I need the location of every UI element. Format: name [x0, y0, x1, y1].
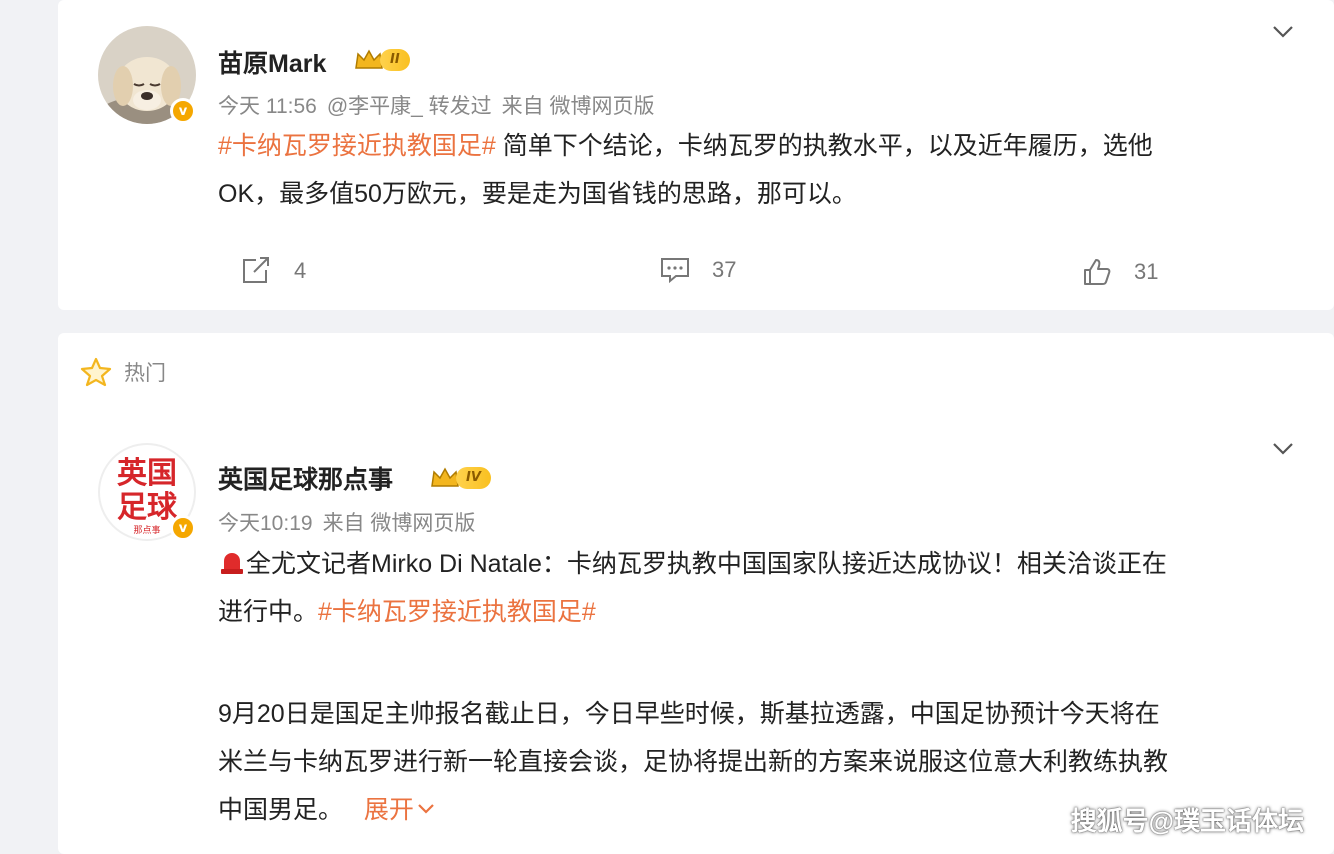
post-meta: 今天10:19 来自 微博网页版: [218, 507, 485, 537]
text-segment: 全尤文记者Mirko Di Natale：卡纳瓦罗执教中国国家队接近达成协议！相…: [246, 550, 1167, 578]
level-badge: II: [354, 47, 410, 73]
like-count: 31: [1134, 259, 1159, 284]
like-button[interactable]: 31: [1082, 257, 1158, 287]
repost-from[interactable]: @李平康_ 转发过: [327, 95, 492, 118]
text-segment: 进行中。: [218, 598, 319, 626]
post-time[interactable]: 今天10:19: [218, 512, 313, 535]
post-card-1: v 苗原Mark II 今天 11:56 @李平康_ 转发过 来自 微博网页版 #卡…: [58, 0, 1334, 310]
repost-button[interactable]: 4: [240, 256, 306, 286]
chevron-down-icon[interactable]: [1272, 441, 1294, 455]
verified-icon: v: [170, 515, 196, 541]
hashtag-link[interactable]: #卡纳瓦罗接近执教国足#: [318, 598, 596, 626]
level-text: IV: [456, 467, 491, 489]
expand-label: 展开: [363, 796, 414, 824]
hot-label: 热门: [124, 361, 166, 385]
post-source: 来自 微博网页版: [322, 512, 476, 535]
verified-icon: v: [170, 98, 196, 124]
level-badge: IV: [430, 465, 491, 491]
post-text-line: 米兰与卡纳瓦罗进行新一轮直接会谈，足协将提出新的方案来说服这位意大利教练执教: [218, 748, 1169, 776]
avatar[interactable]: v: [98, 26, 196, 124]
avatar[interactable]: 英国 足球 那点事 v: [98, 443, 196, 541]
expand-button[interactable]: 展开: [364, 796, 436, 824]
author-name[interactable]: 英国足球那点事: [218, 460, 393, 496]
comment-icon: [661, 258, 689, 284]
post-source: 来自 微博网页版: [501, 95, 655, 118]
svg-text:英国: 英国: [117, 456, 177, 491]
level-text: II: [380, 49, 410, 71]
post-time[interactable]: 今天 11:56: [218, 95, 317, 118]
text-segment: 简单下个结论，卡纳瓦罗的执教水平，以及近年履历，选他: [495, 132, 1153, 160]
post-text: #卡纳瓦罗接近执教国足# 简单下个结论，卡纳瓦罗的执教水平，以及近年履历，选他 …: [218, 122, 1308, 218]
chevron-down-icon[interactable]: [1272, 24, 1294, 38]
comment-button[interactable]: 37: [660, 256, 736, 284]
watermark: 搜狐号@璞玉话体坛: [1070, 806, 1304, 836]
post-text: 全尤文记者Mirko Di Natale：卡纳瓦罗执教中国国家队接近达成协议！相…: [218, 540, 1308, 636]
like-icon: [1084, 259, 1111, 285]
post-text-line-1: 全尤文记者Mirko Di Natale：卡纳瓦罗执教中国国家队接近达成协议！相…: [218, 540, 1308, 588]
post-text-line-2: 进行中。#卡纳瓦罗接近执教国足#: [218, 588, 1308, 636]
hot-section-header: 热门: [80, 357, 166, 387]
hashtag-link[interactable]: #卡纳瓦罗接近执教国足#: [218, 132, 496, 160]
svg-text:那点事: 那点事: [133, 524, 160, 536]
post-meta: 今天 11:56 @李平康_ 转发过 来自 微博网页版: [218, 90, 665, 120]
chevron-down-icon: [418, 804, 434, 814]
author-name[interactable]: 苗原Mark: [218, 44, 326, 80]
svg-text:足球: 足球: [117, 490, 178, 525]
comment-count: 37: [712, 257, 737, 282]
star-icon: [80, 357, 112, 387]
post-text-line-1: #卡纳瓦罗接近执教国足# 简单下个结论，卡纳瓦罗的执教水平，以及近年履历，选他: [218, 122, 1308, 170]
post-text-line-2: OK，最多值50万欧元，要是走为国省钱的思路，那可以。: [218, 180, 857, 208]
text-segment: 中国男足。: [218, 796, 344, 824]
post-text-line: 9月20日是国足主帅报名截止日，今日早些时候，斯基拉透露，中国足协预计今天将在: [218, 700, 1160, 728]
repost-icon: [243, 257, 269, 283]
siren-icon: [221, 553, 243, 574]
repost-count: 4: [294, 258, 307, 283]
